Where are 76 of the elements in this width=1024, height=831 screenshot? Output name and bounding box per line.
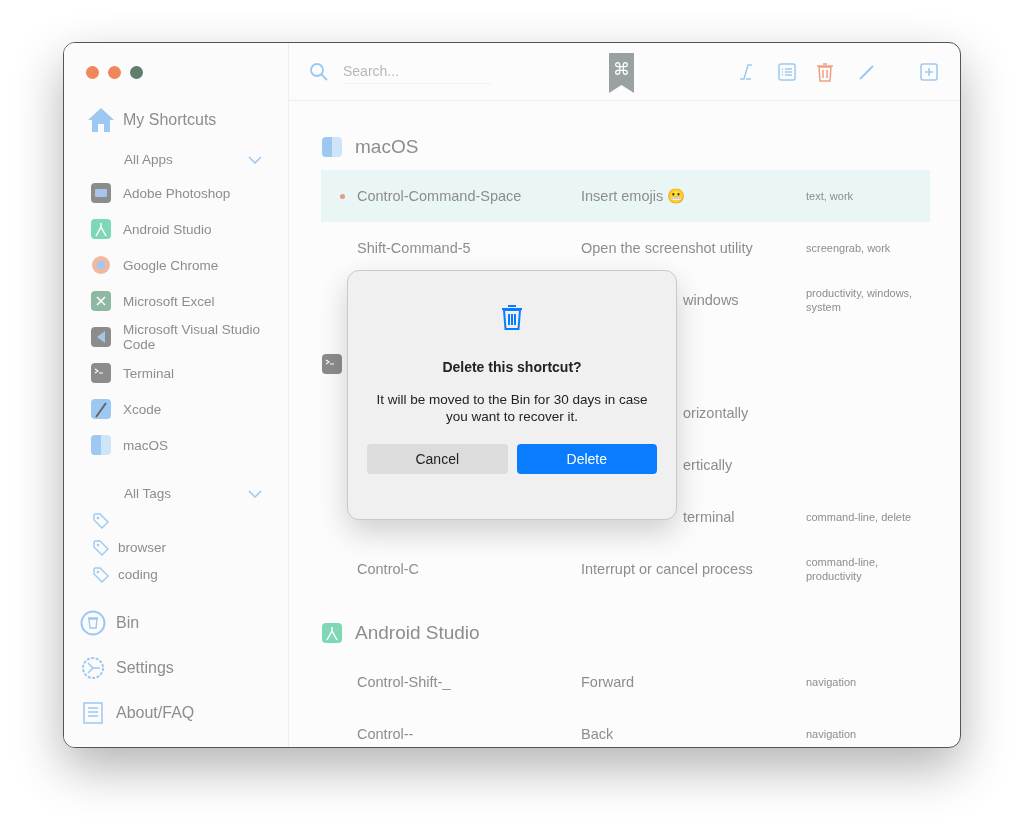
app-icon bbox=[321, 353, 343, 375]
shortcut-row[interactable]: Control-C Interrupt or cancel process command-line, productivity bbox=[321, 543, 930, 595]
shortcut-row[interactable]: Control-- Back navigation bbox=[321, 708, 930, 747]
nav-item[interactable]: My Shortcuts bbox=[64, 79, 288, 133]
sidebar-item[interactable]: macOS bbox=[90, 427, 288, 463]
search-field[interactable]: Search... bbox=[343, 59, 493, 84]
cancel-button[interactable]: Cancel bbox=[367, 444, 508, 474]
trash-icon[interactable] bbox=[814, 60, 836, 83]
list-icon[interactable] bbox=[776, 60, 798, 83]
sidebar-item[interactable]: Android Studio bbox=[90, 211, 288, 247]
tag-icon bbox=[92, 538, 110, 557]
section-label: All Tags bbox=[124, 485, 172, 501]
shortcut-keys: Control-C bbox=[321, 561, 581, 577]
action-text: Back bbox=[581, 726, 615, 742]
tags-text: navigation bbox=[806, 675, 858, 689]
app-icon bbox=[321, 622, 343, 644]
sidebar-item[interactable]: Adobe Photoshop bbox=[90, 175, 288, 211]
sidebar-item[interactable]: Xcode bbox=[90, 391, 288, 427]
tags-text: productivity, windows, system bbox=[806, 286, 914, 314]
app-icon bbox=[90, 398, 112, 420]
action-text: Open the screenshot utility bbox=[581, 240, 754, 256]
section-label: All Apps bbox=[124, 151, 173, 167]
tag-item[interactable]: browser bbox=[64, 534, 288, 561]
tag-icon bbox=[92, 565, 110, 584]
shortcut-row[interactable]: Control-Shift-_ Forward navigation bbox=[321, 656, 930, 708]
shortcut-row[interactable]: Shift-Command-5 Open the screenshot utility screengrab, work bbox=[321, 222, 930, 274]
tags-text: screengrab, work bbox=[806, 241, 892, 255]
shortcut-keys: Control-Shift-_ bbox=[321, 674, 581, 690]
tags-text: text, work bbox=[806, 189, 855, 203]
nav-item[interactable]: Settings bbox=[80, 645, 288, 690]
dialog-message: It will be moved to the Bin for 30 days in case you want to recover it. bbox=[375, 391, 649, 425]
action-text: terminal bbox=[682, 509, 736, 525]
shortcut-keys: Control-- bbox=[321, 726, 581, 742]
window-control[interactable] bbox=[86, 66, 99, 79]
shortcut-keys: Control-Command-Space bbox=[321, 188, 581, 204]
sidebar-item[interactable]: Microsoft Visual Studio Code bbox=[90, 319, 288, 355]
shortcut-row[interactable]: Control-Command-Space Insert emojis 😬 text, work bbox=[321, 170, 930, 222]
delete-button[interactable]: Delete bbox=[516, 444, 657, 474]
search-icon bbox=[309, 61, 329, 82]
nav-item[interactable]: About/FAQ bbox=[80, 690, 288, 735]
app-icon bbox=[321, 136, 343, 158]
action-text: Insert emojis 😬 bbox=[581, 187, 687, 205]
app-icon bbox=[90, 254, 112, 276]
action-text: Interrupt or cancel process bbox=[581, 561, 754, 577]
sidebar-item[interactable]: Google Chrome bbox=[90, 247, 288, 283]
action-text: Forward bbox=[581, 674, 636, 690]
command-badge: ⌘ bbox=[609, 53, 634, 93]
tags-text: navigation bbox=[806, 727, 858, 741]
settings-icon bbox=[80, 654, 106, 681]
action-text: windows bbox=[682, 292, 740, 308]
chevron-icon[interactable] bbox=[248, 156, 262, 164]
tags-text: command-line, productivity bbox=[806, 555, 880, 583]
tag-icon bbox=[92, 511, 110, 530]
section-title: Android Studio bbox=[355, 622, 480, 644]
tag-item[interactable]: coding bbox=[64, 561, 288, 588]
shortcut-keys: Shift-Command-5 bbox=[321, 240, 581, 256]
app-icon bbox=[90, 362, 112, 384]
add-icon[interactable] bbox=[918, 60, 940, 83]
tags-text: command-line, delete bbox=[806, 510, 913, 524]
app-icon bbox=[90, 434, 112, 456]
dialog-title: Delete this shortcut? bbox=[442, 359, 582, 375]
sidebar-item[interactable]: Microsoft Excel bbox=[90, 283, 288, 319]
document-icon bbox=[80, 699, 106, 726]
trash-icon bbox=[80, 609, 106, 636]
chevron-icon[interactable] bbox=[248, 490, 262, 498]
trash-icon bbox=[500, 303, 524, 331]
app-icon bbox=[90, 326, 112, 348]
sidebar-item[interactable]: Terminal bbox=[90, 355, 288, 391]
app-icon bbox=[90, 218, 112, 240]
app-icon bbox=[90, 182, 112, 204]
app-icon bbox=[90, 290, 112, 312]
home-icon bbox=[87, 107, 115, 133]
window-control[interactable] bbox=[108, 66, 121, 79]
nav-item[interactable]: Bin bbox=[80, 600, 288, 645]
section-title: macOS bbox=[355, 136, 419, 158]
window-control[interactable] bbox=[130, 66, 143, 79]
